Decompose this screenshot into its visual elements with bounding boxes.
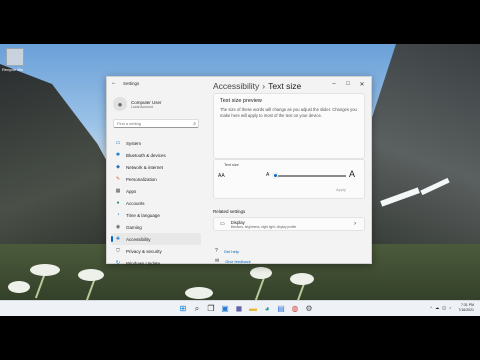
taskbar-apps: ⊞ ⌕ ❐ ▣ ◼ ▬ ◕ ▤ ◍ ⚙: [178, 304, 318, 314]
update-icon: ↻: [115, 260, 121, 266]
display-setting-link[interactable]: ▭ Display Monitors, brightness, night li…: [213, 217, 365, 231]
page-title: Text size: [268, 81, 302, 91]
search-icon[interactable]: ⌕: [193, 121, 196, 127]
sidebar-item-windows-update[interactable]: ↻ Windows Update: [111, 257, 201, 269]
sidebar-item-label: Time & language: [126, 212, 160, 218]
user-name: Computer User: [131, 99, 162, 105]
sidebar-item-apps[interactable]: ▦ Apps: [111, 185, 201, 197]
settings-window: ← Settings ● Computer User Local Account…: [106, 76, 373, 266]
gaming-icon: ◉: [115, 224, 121, 230]
task-view-icon[interactable]: ❐: [206, 304, 216, 314]
get-help-label: Get help: [223, 248, 239, 254]
breadcrumb-separator: ›: [262, 81, 266, 91]
breadcrumb: Accessibility › Text size: [213, 81, 301, 91]
large-a-label: A: [349, 169, 356, 179]
user-account-type: Local Account: [131, 104, 153, 109]
sidebar-item-label: Network & internet: [126, 164, 164, 170]
date: 7/16/2021: [458, 308, 474, 312]
volume-icon[interactable]: ♪: [449, 305, 451, 310]
display-description: Monitors, brightness, night light, displ…: [230, 224, 297, 229]
give-feedback-label: Give feedback: [225, 258, 251, 264]
back-arrow-icon[interactable]: ←: [111, 80, 117, 86]
give-feedback-link[interactable]: ✉ Give feedback: [215, 258, 251, 264]
sidebar-item-system[interactable]: ▭ System: [111, 137, 201, 149]
accessibility-icon: ✚: [115, 236, 121, 242]
sidebar-item-label: Privacy & security: [126, 248, 162, 254]
feedback-icon: ✉: [215, 258, 220, 264]
search-placeholder: Find a setting: [117, 121, 142, 126]
apply-button[interactable]: Apply: [328, 187, 354, 192]
text-size-preview-card: Text size preview The size of these word…: [213, 93, 365, 159]
sidebar-item-time-language[interactable]: ◔ Time & language: [111, 209, 201, 221]
small-a-label: A: [266, 172, 270, 178]
chevron-right-icon: ›: [354, 221, 356, 227]
text-size-slider[interactable]: [272, 173, 346, 178]
recycle-bin-icon[interactable]: [6, 48, 24, 66]
sidebar-item-network-internet[interactable]: ◆ Network & internet: [111, 161, 201, 173]
avatar: ●: [113, 97, 127, 111]
preview-text: The size of these words will change as y…: [220, 107, 357, 118]
time-icon: ◔: [116, 212, 120, 218]
text-size-slider-card: Text size AA A A Apply: [213, 159, 365, 199]
sidebar-item-bluetooth-devices[interactable]: ✱ Bluetooth & devices: [111, 149, 201, 161]
window-controls: – □ ✕: [327, 77, 369, 91]
shield-icon: ⛉: [116, 248, 120, 254]
network-tray-icon[interactable]: ◱: [442, 305, 446, 310]
sidebar-item-accessibility[interactable]: ✚ Accessibility: [111, 233, 201, 245]
close-button[interactable]: ✕: [355, 77, 369, 91]
onedrive-icon[interactable]: ☁: [435, 305, 439, 310]
user-profile[interactable]: ● Computer User Local Account: [113, 97, 162, 111]
main-pane: Accessibility › Text size Text size previe…: [203, 77, 373, 265]
related-settings-heading: Related settings: [213, 209, 246, 214]
sidebar: ● Computer User Local Account Find a set…: [107, 91, 203, 266]
show-hidden-icons-icon[interactable]: ^: [430, 305, 432, 310]
store-icon[interactable]: ▤: [276, 304, 286, 314]
recycle-bin-label: Recycle Bin: [2, 67, 24, 72]
taskbar: ⊞ ⌕ ❐ ▣ ◼ ▬ ◕ ▤ ◍ ⚙ ^ ☁ ◱ ♪ 7:31 PM 7/16/2021: [0, 300, 480, 316]
sidebar-nav: ▭ System ✱ Bluetooth & devices ◆ Network & in…: [111, 137, 201, 269]
search-input[interactable]: Find a setting ⌕: [113, 119, 199, 128]
slider-thumb[interactable]: [272, 173, 278, 178]
explorer-icon[interactable]: ▬: [248, 304, 258, 314]
mountain-right: [360, 44, 480, 274]
clock[interactable]: 7:31 PM 7/16/2021: [458, 303, 474, 313]
bluetooth-icon: ✱: [115, 152, 121, 158]
sidebar-item-label: Accounts: [126, 200, 145, 206]
chrome-icon[interactable]: ◍: [290, 304, 300, 314]
system-tray: ^ ☁ ◱ ♪: [430, 305, 454, 310]
sidebar-item-privacy-security[interactable]: ⛉ Privacy & security: [111, 245, 201, 257]
text-size-icon: AA: [218, 173, 225, 179]
sidebar-item-label: System: [126, 140, 142, 146]
app-title: Settings: [123, 81, 140, 86]
display-icon: ▭: [220, 221, 225, 227]
accounts-icon: ●: [116, 200, 120, 206]
sidebar-item-gaming[interactable]: ◉ Gaming: [111, 221, 201, 233]
search-taskbar-icon[interactable]: ⌕: [192, 304, 202, 314]
network-icon: ◆: [116, 164, 120, 170]
widgets-icon[interactable]: ▣: [220, 304, 230, 314]
sidebar-item-label: Personalization: [126, 176, 157, 182]
sidebar-item-accounts[interactable]: ● Accounts: [111, 197, 201, 209]
start-icon[interactable]: ⊞: [178, 304, 188, 314]
sidebar-item-label: Accessibility: [126, 236, 151, 242]
preview-title: Text size preview: [220, 98, 262, 104]
sidebar-item-label: Gaming: [126, 224, 142, 230]
sidebar-item-label: Bluetooth & devices: [126, 152, 166, 158]
breadcrumb-parent[interactable]: Accessibility: [213, 81, 259, 91]
chat-icon[interactable]: ◼: [234, 304, 244, 314]
minimize-button[interactable]: –: [327, 77, 341, 91]
sidebar-item-label: Apps: [126, 188, 137, 194]
get-help-link[interactable]: ? Get help: [215, 248, 239, 254]
brush-icon: ✎: [115, 176, 121, 182]
settings-taskbar-icon[interactable]: ⚙: [304, 304, 314, 314]
apps-icon: ▦: [115, 188, 121, 194]
text-size-label: Text size: [224, 163, 239, 167]
edge-icon[interactable]: ◕: [262, 304, 272, 314]
sidebar-item-personalization[interactable]: ✎ Personalization: [111, 173, 201, 185]
system-icon: ▭: [115, 140, 121, 146]
sidebar-item-label: Windows Update: [126, 260, 161, 266]
maximize-button[interactable]: □: [341, 77, 355, 91]
help-icon: ?: [215, 248, 218, 254]
